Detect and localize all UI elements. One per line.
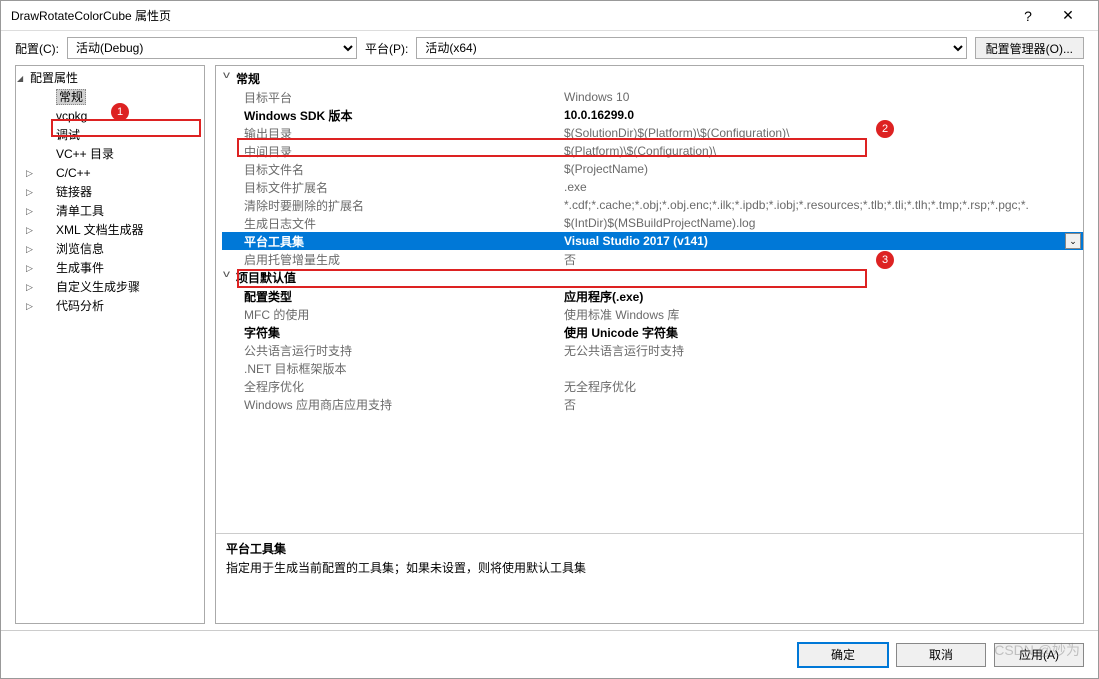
description-text: 指定用于生成当前配置的工具集；如果未设置，则将使用默认工具集 <box>226 559 1073 576</box>
property-value[interactable]: 使用标准 Windows 库 <box>564 306 1083 323</box>
property-value[interactable]: Windows 10 <box>564 90 1083 104</box>
property-name: 配置类型 <box>244 288 564 305</box>
tree-item[interactable]: vcpkg <box>16 107 204 126</box>
property-value[interactable]: .exe <box>564 180 1083 194</box>
apply-button[interactable]: 应用(A) <box>994 643 1084 667</box>
group-header[interactable]: 项目默认值 <box>222 268 1083 287</box>
description-title: 平台工具集 <box>226 540 1073 557</box>
tree-item[interactable]: 生成事件 <box>16 259 204 278</box>
description-panel: 平台工具集 指定用于生成当前配置的工具集；如果未设置，则将使用默认工具集 <box>216 533 1083 623</box>
title-bar: DrawRotateColorCube 属性页 ? ✕ <box>1 1 1098 31</box>
property-row[interactable]: .NET 目标框架版本 <box>222 359 1083 377</box>
property-row[interactable]: Windows SDK 版本10.0.16299.0 <box>222 106 1083 124</box>
property-row[interactable]: 清除时要删除的扩展名*.cdf;*.cache;*.obj;*.obj.enc;… <box>222 196 1083 214</box>
property-name: 目标平台 <box>244 89 564 106</box>
tree-item[interactable]: 清单工具 <box>16 202 204 221</box>
property-name: 平台工具集 <box>244 233 564 250</box>
property-name: 启用托管增量生成 <box>244 251 564 268</box>
property-name: 清除时要删除的扩展名 <box>244 197 564 214</box>
property-value[interactable]: Visual Studio 2017 (v141) <box>564 234 1083 248</box>
property-value[interactable]: 无公共语言运行时支持 <box>564 342 1083 359</box>
property-value[interactable]: 否 <box>564 251 1083 268</box>
property-name: Windows SDK 版本 <box>244 107 564 124</box>
property-name: .NET 目标框架版本 <box>244 360 564 377</box>
property-row[interactable]: 配置类型应用程序(.exe) <box>222 287 1083 305</box>
property-value[interactable]: 10.0.16299.0 <box>564 108 1083 122</box>
platform-select[interactable]: 活动(x64) <box>416 37 966 59</box>
property-value[interactable]: *.cdf;*.cache;*.obj;*.obj.enc;*.ilk;*.ip… <box>564 198 1083 212</box>
property-value[interactable]: $(Platform)\$(Configuration)\ <box>564 144 1083 158</box>
dropdown-icon[interactable]: ⌄ <box>1065 233 1081 249</box>
config-manager-button[interactable]: 配置管理器(O)... <box>975 37 1084 59</box>
tree-item[interactable]: C/C++ <box>16 164 204 183</box>
close-button[interactable]: ✕ <box>1048 7 1088 24</box>
tree-item[interactable]: XML 文档生成器 <box>16 221 204 240</box>
platform-label: 平台(P): <box>365 40 408 57</box>
property-row[interactable]: 字符集使用 Unicode 字符集 <box>222 323 1083 341</box>
config-select[interactable]: 活动(Debug) <box>67 37 357 59</box>
help-button[interactable]: ? <box>1008 8 1048 24</box>
property-value[interactable]: 无全程序优化 <box>564 378 1083 395</box>
tree-item[interactable]: 链接器 <box>16 183 204 202</box>
property-name: 公共语言运行时支持 <box>244 342 564 359</box>
property-value[interactable]: $(IntDir)$(MSBuildProjectName).log <box>564 216 1083 230</box>
property-name: 生成日志文件 <box>244 215 564 232</box>
property-row[interactable]: 目标文件扩展名.exe <box>222 178 1083 196</box>
dialog-footer: 确定 取消 应用(A) <box>1 630 1098 678</box>
property-row[interactable]: 中间目录$(Platform)\$(Configuration)\ <box>222 142 1083 160</box>
property-name: MFC 的使用 <box>244 306 564 323</box>
property-name: 字符集 <box>244 324 564 341</box>
property-row[interactable]: 平台工具集Visual Studio 2017 (v141)⌄ <box>222 232 1083 250</box>
tree-item[interactable]: 浏览信息 <box>16 240 204 259</box>
tree-item[interactable]: 自定义生成步骤 <box>16 278 204 297</box>
property-row[interactable]: Windows 应用商店应用支持否 <box>222 395 1083 413</box>
ok-button[interactable]: 确定 <box>798 643 888 667</box>
tree-root[interactable]: 配置属性 <box>16 69 204 88</box>
window-title: DrawRotateColorCube 属性页 <box>11 7 1008 24</box>
tree-item[interactable]: 代码分析 <box>16 297 204 316</box>
property-row[interactable]: 公共语言运行时支持无公共语言运行时支持 <box>222 341 1083 359</box>
tree-item[interactable]: VC++ 目录 <box>16 145 204 164</box>
cancel-button[interactable]: 取消 <box>896 643 986 667</box>
property-value[interactable]: 否 <box>564 396 1083 413</box>
property-row[interactable]: 启用托管增量生成否 <box>222 250 1083 268</box>
property-name: 中间目录 <box>244 143 564 160</box>
property-value[interactable]: 使用 Unicode 字符集 <box>564 324 1083 341</box>
property-name: 目标文件名 <box>244 161 564 178</box>
property-name: 全程序优化 <box>244 378 564 395</box>
property-row[interactable]: 输出目录$(SolutionDir)$(Platform)\$(Configur… <box>222 124 1083 142</box>
property-row[interactable]: 目标文件名$(ProjectName) <box>222 160 1083 178</box>
property-name: 输出目录 <box>244 125 564 142</box>
grid-body[interactable]: 常规目标平台Windows 10Windows SDK 版本10.0.16299… <box>216 66 1083 533</box>
config-label: 配置(C): <box>15 40 59 57</box>
property-row[interactable]: 生成日志文件$(IntDir)$(MSBuildProjectName).log <box>222 214 1083 232</box>
property-grid: 常规目标平台Windows 10Windows SDK 版本10.0.16299… <box>215 65 1084 624</box>
property-name: Windows 应用商店应用支持 <box>244 396 564 413</box>
property-value[interactable]: 应用程序(.exe) <box>564 288 1083 305</box>
property-value[interactable]: $(SolutionDir)$(Platform)\$(Configuratio… <box>564 126 1083 140</box>
tree-item[interactable]: 调试 <box>16 126 204 145</box>
property-name: 目标文件扩展名 <box>244 179 564 196</box>
property-row[interactable]: MFC 的使用使用标准 Windows 库 <box>222 305 1083 323</box>
group-header[interactable]: 常规 <box>222 69 1083 88</box>
property-row[interactable]: 目标平台Windows 10 <box>222 88 1083 106</box>
property-value[interactable]: $(ProjectName) <box>564 162 1083 176</box>
tree-item[interactable]: 常规 <box>16 88 204 107</box>
category-tree[interactable]: 配置属性常规vcpkg调试VC++ 目录C/C++链接器清单工具XML 文档生成… <box>15 65 205 624</box>
property-row[interactable]: 全程序优化无全程序优化 <box>222 377 1083 395</box>
config-bar: 配置(C): 活动(Debug) 平台(P): 活动(x64) 配置管理器(O)… <box>1 31 1098 65</box>
